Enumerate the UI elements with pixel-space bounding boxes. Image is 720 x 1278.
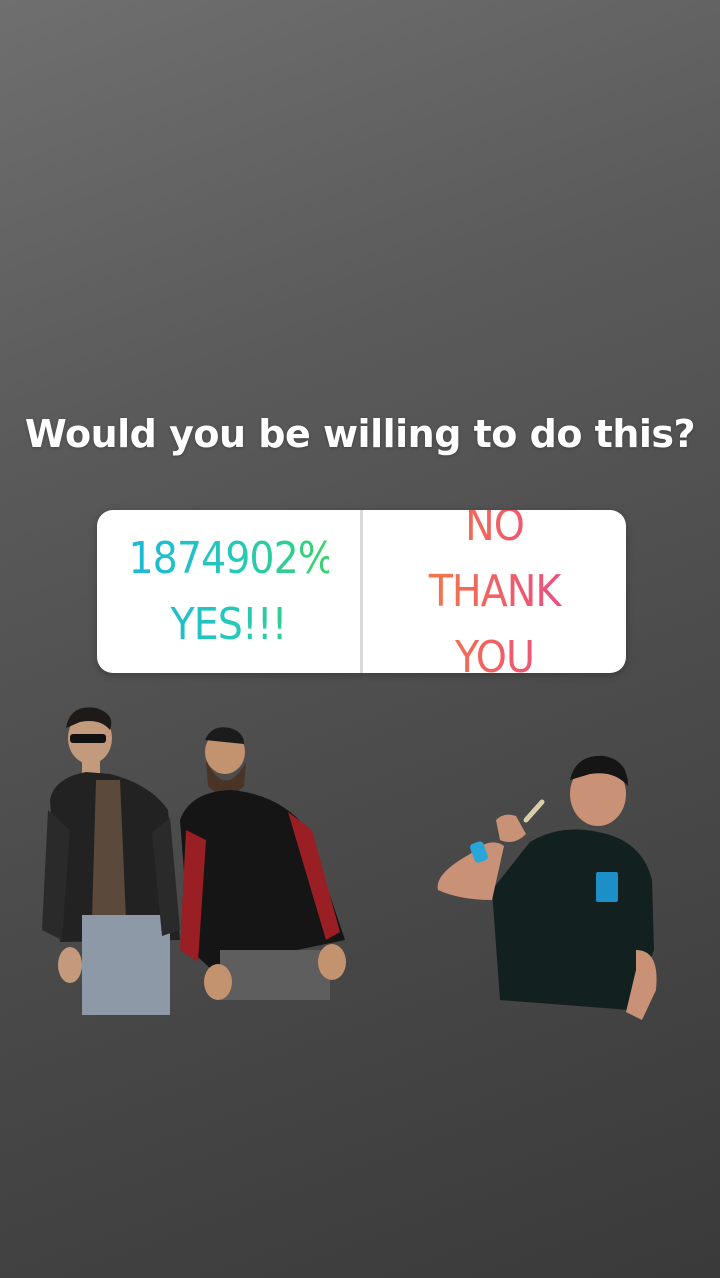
poll-option-yes[interactable]: 1874902% YES!!! (97, 510, 360, 673)
man-leather-jacket (42, 707, 180, 1015)
poll-option-no-label: NO THANK YOU (395, 510, 595, 673)
poll-sticker[interactable]: 1874902% YES!!! NO THANK YOU (97, 510, 626, 673)
story-question: Would you be willing to do this? (24, 412, 696, 456)
two-men-sticker[interactable] (40, 700, 360, 1030)
man-track-jacket (180, 727, 346, 1000)
man-pointing-sticker[interactable] (430, 750, 670, 1030)
poll-option-yes-label: 1874902% YES!!! (129, 526, 336, 658)
poll-option-no[interactable]: NO THANK YOU (363, 510, 626, 673)
shirt-logo (596, 872, 618, 902)
